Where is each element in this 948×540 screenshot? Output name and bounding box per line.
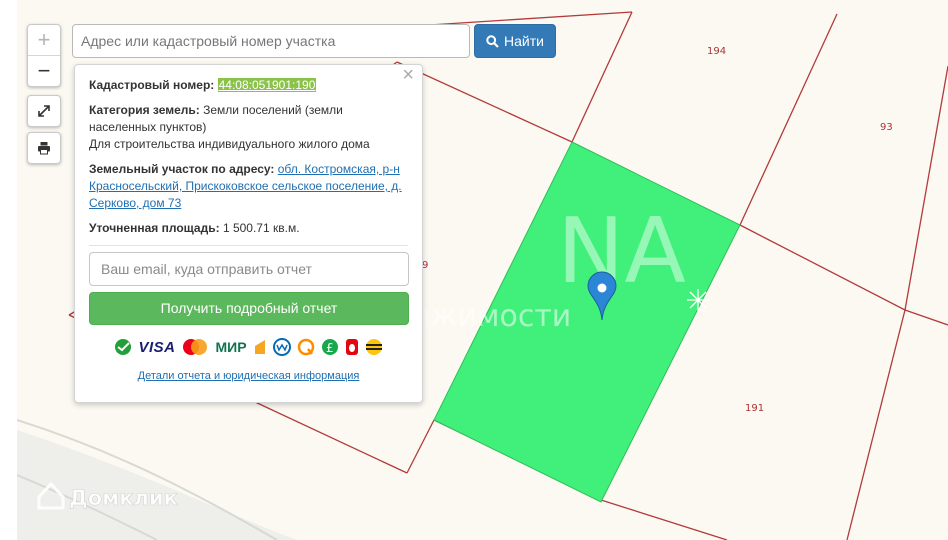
lot-label-191: 191 (745, 403, 764, 414)
visa-icon: VISA (138, 338, 176, 356)
search-button[interactable]: Найти (474, 24, 556, 58)
land-category-label: Категория земель: (89, 103, 200, 117)
mts-icon (345, 339, 358, 355)
lot-label-194: 194 (707, 46, 726, 57)
watermark-letters: NA (557, 199, 686, 304)
area-label: Уточненная площадь: (89, 221, 220, 235)
svg-text:Домклик: Домклик (69, 486, 178, 510)
print-button[interactable] (27, 132, 61, 164)
fullscreen-button[interactable] (27, 95, 61, 127)
zoom-control: + − (27, 24, 61, 87)
search-button-label: Найти (504, 33, 544, 49)
close-icon[interactable]: × (402, 65, 414, 85)
yandex-money-icon (254, 340, 265, 354)
map-symbol-icon (687, 289, 709, 311)
webmoney-icon (272, 338, 291, 356)
cadastral-number-value[interactable]: 44:08:051901:190 (217, 78, 317, 92)
report-details-link[interactable]: Детали отчета и юридическая информация (89, 368, 408, 385)
search-icon (486, 34, 499, 48)
land-category-row: Категория земель: Земли поселений (земли… (89, 102, 408, 153)
lot-label-93: 93 (880, 122, 893, 133)
email-field[interactable] (89, 252, 409, 286)
cadastral-number-row: Кадастровый номер: 44:08:051901:190 (89, 77, 408, 94)
get-report-button[interactable]: Получить подробный отчет (89, 292, 409, 325)
printer-icon (28, 133, 60, 163)
divider (89, 245, 408, 246)
mastercard-icon (183, 339, 208, 355)
address-row: Земельный участок по адресу: обл. Костро… (89, 161, 408, 212)
address-label: Земельный участок по адресу: (89, 162, 275, 176)
qiwi-icon (297, 338, 314, 356)
zoom-in-button[interactable]: + (28, 25, 60, 55)
area-value: 1 500.71 кв.м. (222, 221, 300, 235)
svg-text:£: £ (326, 341, 334, 355)
search-input[interactable] (72, 24, 470, 58)
land-usage-text: Для строительства индивидуального жилого… (89, 137, 370, 151)
cadastral-number-label: Кадастровый номер: (89, 78, 215, 92)
mir-icon: МИР (215, 338, 247, 355)
yandex-kassa-icon: £ (321, 339, 338, 355)
zoom-out-button[interactable]: − (28, 55, 60, 86)
beeline-icon (365, 339, 382, 355)
area-row: Уточненная площадь: 1 500.71 кв.м. (89, 220, 408, 237)
expand-icon (28, 96, 60, 126)
payment-methods: VISA МИР £ (89, 336, 408, 358)
parcel-info-popup: × Кадастровый номер: 44:08:051901:190 Ка… (74, 64, 423, 403)
sberbank-icon (115, 339, 132, 355)
